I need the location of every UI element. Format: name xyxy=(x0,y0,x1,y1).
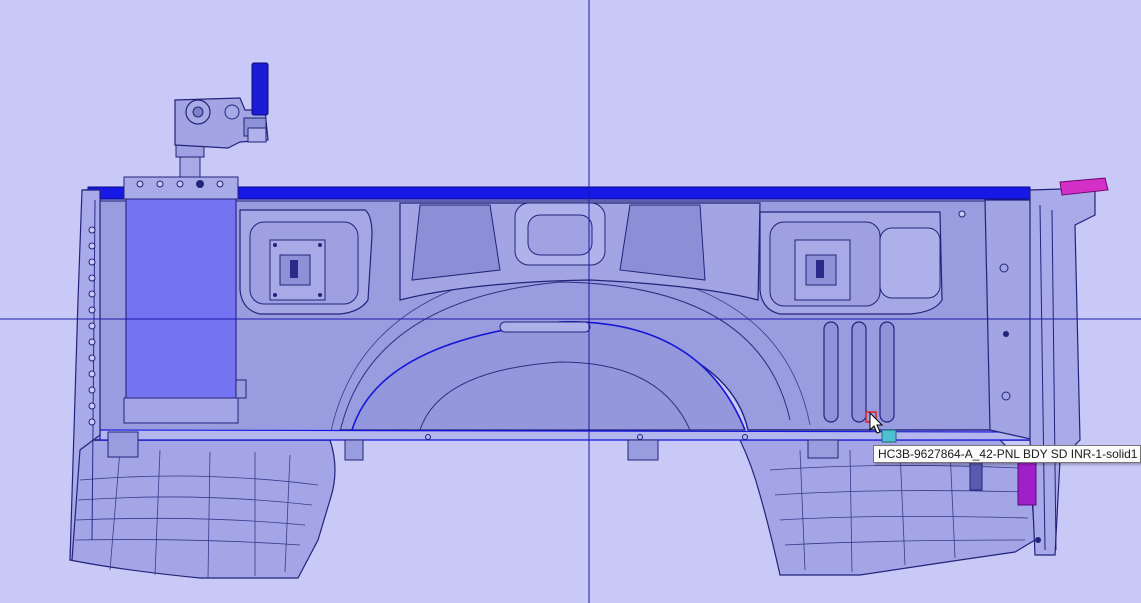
front-tie-down-pocket[interactable] xyxy=(759,210,966,315)
storage-box-lid[interactable] xyxy=(123,176,239,200)
rear-tie-down-pocket[interactable] xyxy=(239,209,373,315)
rear-lower-panel[interactable] xyxy=(69,439,336,579)
storage-box-panel[interactable] xyxy=(125,197,237,401)
cad-model-scene[interactable] xyxy=(0,0,1141,603)
part-name-tooltip: HC3B-9627864-A_42-PNL BDY SD INR-1-solid… xyxy=(873,445,1141,463)
tailgate-latch-assembly[interactable] xyxy=(174,62,269,178)
cad-viewport[interactable]: HC3B-9627864-A_42-PNL BDY SD INR-1-solid… xyxy=(0,0,1141,603)
arch-top-slot xyxy=(499,321,591,333)
tooltip-text: HC3B-9627864-A_42-PNL BDY SD INR-1-solid… xyxy=(878,447,1141,461)
arrow-pointer-icon xyxy=(869,412,884,434)
vertical-slots xyxy=(823,321,895,423)
